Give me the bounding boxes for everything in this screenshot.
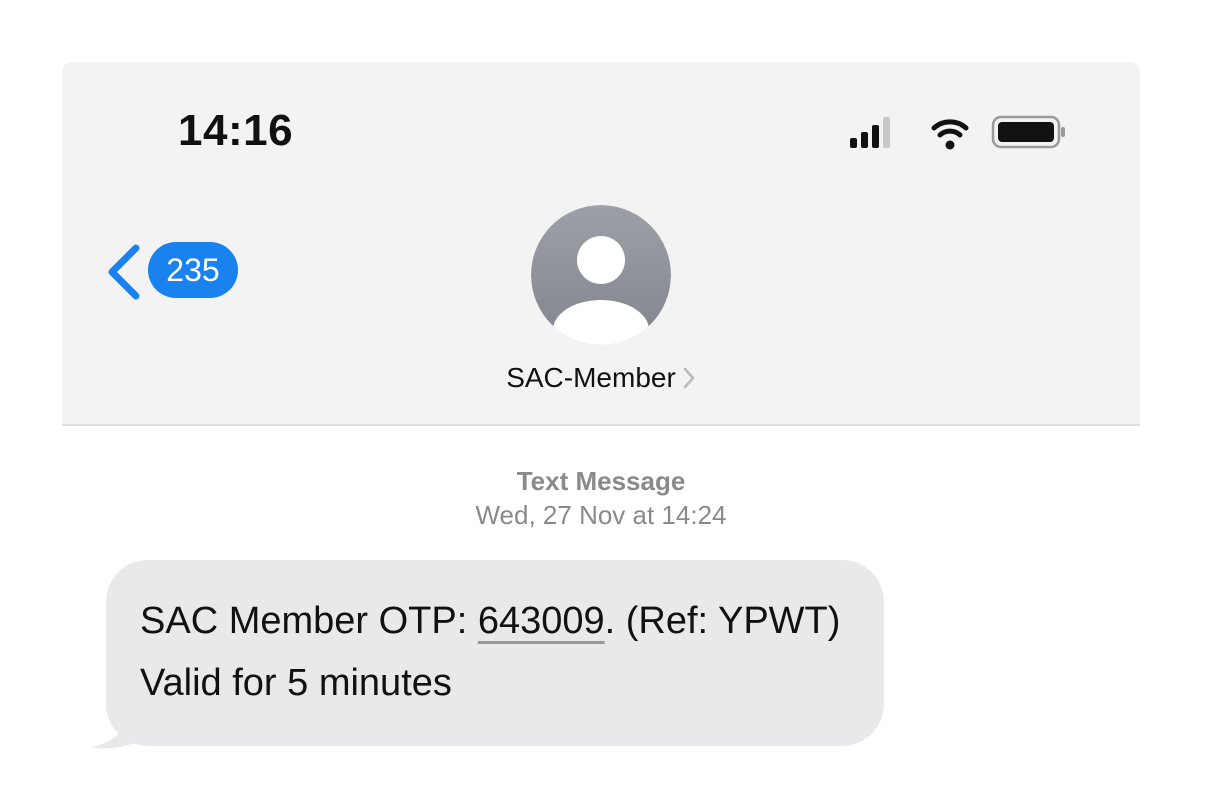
message-prefix: SAC Member OTP: [140, 600, 478, 642]
status-time: 14:16 [178, 106, 294, 155]
message-type-label: Text Message [516, 466, 686, 496]
battery-icon [991, 115, 1065, 149]
otp-code-link[interactable]: 643009 [478, 600, 605, 642]
chevron-left-icon [108, 244, 140, 300]
message-text: SAC Member OTP: 643009. (Ref: YPWT) Vali… [140, 590, 880, 714]
cellular-signal-icon [850, 117, 890, 148]
person-icon [531, 205, 671, 345]
unread-count-badge: 235 [148, 242, 238, 298]
wifi-icon [931, 119, 969, 150]
contact-name: SAC-Member [506, 362, 676, 393]
contact-name-button[interactable]: SAC-Member [62, 362, 1140, 394]
conversation-meta: Text Message Wed, 27 Nov at 14:24 [62, 464, 1140, 532]
contact-avatar[interactable] [531, 205, 671, 345]
messages-screen: 14:16 235 SAC-Member Text Message Wed, 2… [62, 62, 1140, 812]
status-icons [850, 112, 1070, 152]
chevron-right-icon [683, 367, 695, 388]
conversation-header: 14:16 235 SAC-Member [62, 62, 1140, 426]
back-button[interactable]: 235 [104, 242, 244, 302]
message-timestamp: Wed, 27 Nov at 14:24 [475, 500, 727, 530]
message-bubble[interactable]: SAC Member OTP: 643009. (Ref: YPWT) Vali… [106, 560, 884, 746]
